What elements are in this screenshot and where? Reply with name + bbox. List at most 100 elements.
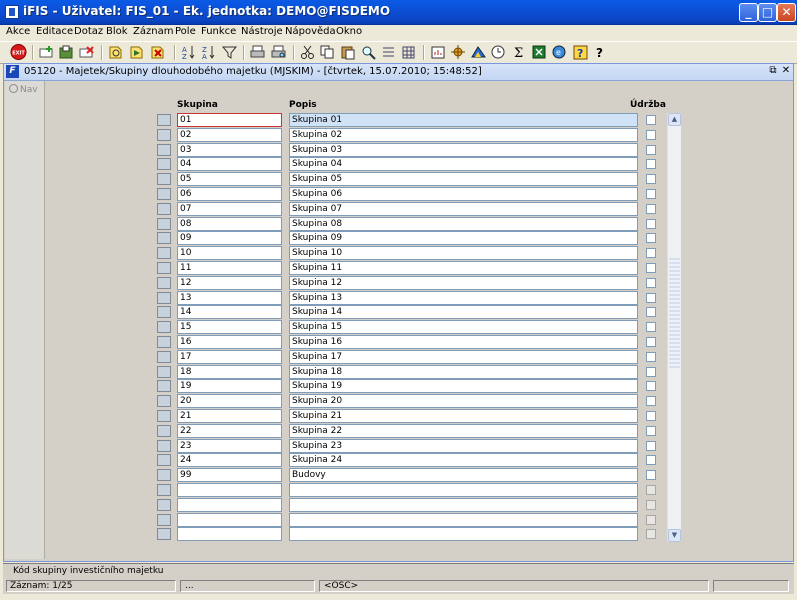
udrzba-checkbox[interactable]	[646, 529, 656, 539]
scroll-thumb[interactable]	[669, 258, 680, 368]
row-selector[interactable]	[157, 188, 171, 200]
udrzba-checkbox[interactable]	[646, 219, 656, 229]
skupina-field[interactable]: 09	[177, 231, 282, 245]
menu-pole[interactable]: Pole	[175, 26, 196, 37]
query-icon[interactable]	[107, 44, 124, 60]
skupina-field[interactable]: 99	[177, 468, 282, 482]
udrzba-checkbox[interactable]	[646, 396, 656, 406]
udrzba-checkbox[interactable]	[646, 411, 656, 421]
udrzba-checkbox[interactable]	[646, 441, 656, 451]
popis-field[interactable]: Budovy	[289, 468, 638, 482]
udrzba-checkbox[interactable]	[646, 426, 656, 436]
menu-napoveda[interactable]: Nápověda	[285, 26, 336, 37]
scroll-up-icon[interactable]: ▲	[668, 113, 681, 126]
skupina-field[interactable]: 17	[177, 350, 282, 364]
skupina-field[interactable]: 23	[177, 439, 282, 453]
skupina-field[interactable]	[177, 483, 282, 497]
context-help-icon[interactable]: ?	[592, 44, 609, 60]
skupina-field[interactable]: 02	[177, 128, 282, 142]
grid-icon[interactable]	[400, 44, 417, 60]
row-selector[interactable]	[157, 410, 171, 422]
popis-field[interactable]: Skupina 01	[289, 113, 638, 127]
skupina-field[interactable]: 21	[177, 409, 282, 423]
row-selector[interactable]	[157, 247, 171, 259]
save-icon[interactable]	[58, 44, 75, 60]
skupina-field[interactable]: 06	[177, 187, 282, 201]
udrzba-checkbox[interactable]	[646, 159, 656, 169]
menu-funkce[interactable]: Funkce	[201, 26, 236, 37]
row-selector[interactable]	[157, 277, 171, 289]
skupina-field[interactable]: 11	[177, 261, 282, 275]
export-icon[interactable]: e	[551, 44, 568, 60]
skupina-field[interactable]: 13	[177, 291, 282, 305]
popis-field[interactable]: Skupina 12	[289, 276, 638, 290]
udrzba-checkbox[interactable]	[646, 485, 656, 495]
popis-field[interactable]: Skupina 02	[289, 128, 638, 142]
query-cancel-icon[interactable]	[149, 44, 166, 60]
udrzba-checkbox[interactable]	[646, 293, 656, 303]
row-selector[interactable]	[157, 158, 171, 170]
popis-field[interactable]: Skupina 21	[289, 409, 638, 423]
row-selector[interactable]	[157, 114, 171, 126]
print-preview-icon[interactable]	[270, 44, 287, 60]
skupina-field[interactable]: 24	[177, 453, 282, 467]
row-selector[interactable]	[157, 292, 171, 304]
row-selector[interactable]	[157, 484, 171, 496]
row-selector[interactable]	[157, 469, 171, 481]
popis-field[interactable]: Skupina 09	[289, 231, 638, 245]
menu-editace[interactable]: Editace	[36, 26, 73, 37]
udrzba-checkbox[interactable]	[646, 307, 656, 317]
row-selector[interactable]	[157, 262, 171, 274]
excel-icon[interactable]	[531, 44, 548, 60]
popis-field[interactable]	[289, 527, 638, 541]
list-icon[interactable]	[380, 44, 397, 60]
udrzba-checkbox[interactable]	[646, 189, 656, 199]
popis-field[interactable]: Skupina 16	[289, 335, 638, 349]
popis-field[interactable]: Skupina 03	[289, 143, 638, 157]
menu-akce[interactable]: Akce	[6, 26, 30, 37]
row-selector[interactable]	[157, 395, 171, 407]
form-close-button[interactable]: ✕	[780, 65, 792, 77]
skupina-field[interactable]: 01	[177, 113, 282, 127]
copy-icon[interactable]	[319, 44, 336, 60]
popis-field[interactable]: Skupina 20	[289, 394, 638, 408]
skupina-field[interactable]: 10	[177, 246, 282, 260]
udrzba-checkbox[interactable]	[646, 322, 656, 332]
row-selector[interactable]	[157, 528, 171, 540]
sort-desc-icon[interactable]: ZA	[200, 44, 217, 61]
help-icon[interactable]: ?	[572, 44, 589, 60]
popis-field[interactable]: Skupina 24	[289, 453, 638, 467]
form-restore-button[interactable]: ⧉	[767, 65, 779, 77]
popis-field[interactable]: Skupina 10	[289, 246, 638, 260]
paste-icon[interactable]	[339, 44, 356, 60]
skupina-field[interactable]: 22	[177, 424, 282, 438]
udrzba-checkbox[interactable]	[646, 248, 656, 258]
print-icon[interactable]	[249, 44, 266, 60]
sort-asc-icon[interactable]: AZ	[180, 44, 197, 61]
udrzba-checkbox[interactable]	[646, 263, 656, 273]
skupina-field[interactable]: 14	[177, 305, 282, 319]
popis-field[interactable]: Skupina 05	[289, 172, 638, 186]
row-selector[interactable]	[157, 499, 171, 511]
popis-field[interactable]: Skupina 08	[289, 217, 638, 231]
row-selector[interactable]	[157, 173, 171, 185]
udrzba-checkbox[interactable]	[646, 337, 656, 347]
exit-icon[interactable]: EXIT	[10, 44, 27, 60]
row-selector[interactable]	[157, 514, 171, 526]
row-selector[interactable]	[157, 380, 171, 392]
row-selector[interactable]	[157, 366, 171, 378]
row-selector[interactable]	[157, 454, 171, 466]
udrzba-checkbox[interactable]	[646, 233, 656, 243]
skupina-field[interactable]: 03	[177, 143, 282, 157]
nav-label[interactable]: Nav	[9, 84, 38, 95]
popis-field[interactable]: Skupina 23	[289, 439, 638, 453]
row-selector[interactable]	[157, 425, 171, 437]
skupina-field[interactable]	[177, 527, 282, 541]
udrzba-checkbox[interactable]	[646, 130, 656, 140]
skupina-field[interactable]: 08	[177, 217, 282, 231]
popis-field[interactable]: Skupina 14	[289, 305, 638, 319]
row-selector[interactable]	[157, 144, 171, 156]
skupina-field[interactable]: 05	[177, 172, 282, 186]
skupina-field[interactable]: 07	[177, 202, 282, 216]
popis-field[interactable]: Skupina 06	[289, 187, 638, 201]
